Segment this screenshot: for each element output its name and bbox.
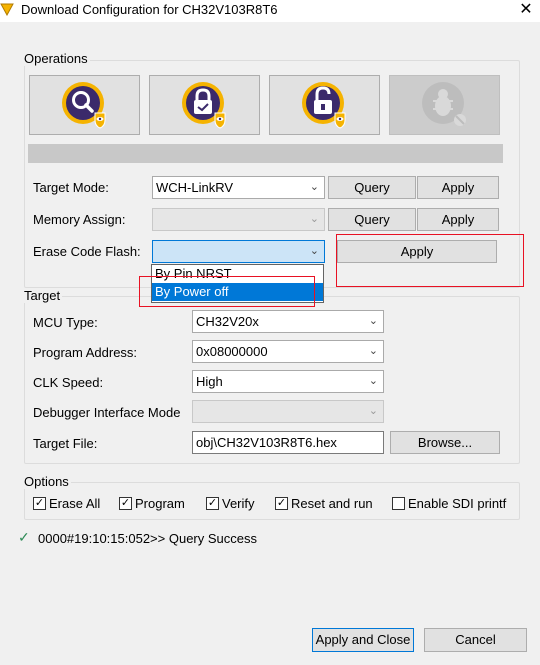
erase-code-flash-label: Erase Code Flash: — [33, 244, 141, 259]
close-icon[interactable]: ✕ — [516, 0, 536, 20]
chevron-down-icon: ⌄ — [309, 181, 319, 193]
chevron-down-icon: ⌄ — [368, 345, 378, 357]
operation-progress-bar — [28, 144, 503, 163]
program-address-label: Program Address: — [33, 345, 138, 360]
program-address-value: 0x08000000 — [196, 344, 268, 359]
memory-assign-select[interactable]: ⌄ — [152, 208, 325, 231]
verify-checkbox[interactable]: ✓ — [206, 497, 219, 510]
target-mode-label: Target Mode: — [33, 180, 109, 195]
program-checkbox[interactable]: ✓ — [119, 497, 132, 510]
chevron-down-icon: ⌄ — [368, 405, 378, 417]
memory-assign-label: Memory Assign: — [33, 212, 126, 227]
apply-and-close-button[interactable]: Apply and Close — [312, 628, 414, 652]
window-title: Download Configuration for CH32V103R8T6 — [21, 2, 278, 17]
chevron-down-icon: ⌄ — [368, 375, 378, 387]
target-file-input[interactable]: obj\CH32V103R8T6.hex — [192, 431, 384, 454]
verify-label: Verify — [222, 496, 255, 511]
unlock-chip-button[interactable] — [269, 75, 380, 135]
unlock-shield-icon — [301, 82, 345, 129]
program-label: Program — [135, 496, 185, 511]
erase-all-checkbox[interactable]: ✓ — [33, 497, 46, 510]
clk-speed-value: High — [196, 374, 223, 389]
checkmark-icon: ✓ — [207, 497, 218, 509]
bug-icon — [421, 82, 466, 126]
program-address-select[interactable]: 0x08000000 ⌄ — [192, 340, 384, 363]
target-mode-query-button[interactable]: Query — [328, 176, 416, 199]
browse-button[interactable]: Browse... — [390, 431, 500, 454]
checkmark-icon: ✓ — [120, 497, 131, 509]
enable-sdi-printf-checkbox[interactable] — [392, 497, 405, 510]
mcu-type-label: MCU Type: — [33, 315, 98, 330]
target-label: Target — [22, 288, 63, 303]
options-label: Options — [22, 474, 71, 489]
query-chip-button[interactable] — [29, 75, 140, 135]
checkmark-icon: ✓ — [34, 497, 45, 509]
magnifier-shield-icon — [61, 82, 105, 129]
chevron-down-icon: ⌄ — [309, 213, 319, 225]
lock-shield-icon — [181, 82, 225, 129]
status-message: 0000#19:10:15:052>> Query Success — [38, 531, 257, 546]
clk-speed-label: CLK Speed: — [33, 375, 104, 390]
chevron-down-icon: ⌄ — [368, 315, 378, 327]
disabled-bug-button[interactable] — [389, 75, 500, 135]
debugger-interface-select[interactable]: ⌄ — [192, 400, 384, 423]
app-logo-icon — [0, 3, 14, 16]
erase-all-label: Erase All — [49, 496, 101, 511]
cancel-button[interactable]: Cancel — [424, 628, 527, 652]
debugger-interface-label: Debugger Interface Mode — [33, 405, 181, 420]
highlight-box-apply — [336, 234, 524, 287]
operations-label: Operations — [22, 51, 90, 66]
erase-code-flash-select[interactable]: ⌄ — [152, 240, 325, 263]
checkmark-icon: ✓ — [276, 497, 287, 509]
mcu-type-select[interactable]: CH32V20x ⌄ — [192, 310, 384, 333]
lock-chip-button[interactable] — [149, 75, 260, 135]
enable-sdi-printf-label: Enable SDI printf — [408, 496, 507, 511]
chevron-down-icon: ⌄ — [309, 245, 319, 257]
target-mode-select[interactable]: WCH-LinkRV ⌄ — [152, 176, 325, 199]
mcu-type-value: CH32V20x — [196, 314, 259, 329]
target-mode-apply-button[interactable]: Apply — [417, 176, 499, 199]
highlight-box-power-off — [139, 276, 315, 307]
clk-speed-select[interactable]: High ⌄ — [192, 370, 384, 393]
target-file-label: Target File: — [33, 436, 98, 451]
reset-and-run-checkbox[interactable]: ✓ — [275, 497, 288, 510]
memory-assign-apply-button[interactable]: Apply — [417, 208, 499, 231]
reset-and-run-label: Reset and run — [291, 496, 373, 511]
check-icon: ✓ — [18, 529, 30, 545]
target-mode-value: WCH-LinkRV — [156, 180, 234, 195]
memory-assign-query-button[interactable]: Query — [328, 208, 416, 231]
